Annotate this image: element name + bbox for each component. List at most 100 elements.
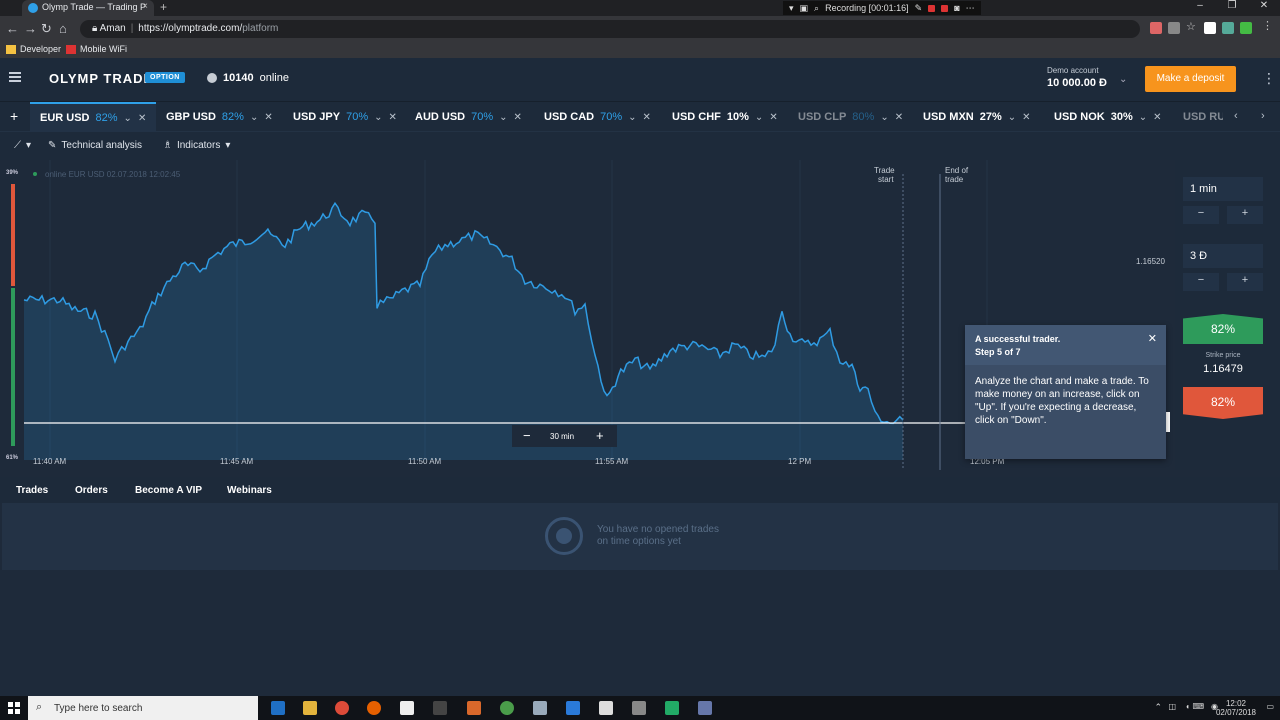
chevron-down-icon[interactable]: ⌄ xyxy=(1139,112,1147,123)
make-deposit-button[interactable]: Make a deposit xyxy=(1145,66,1236,92)
new-tab-icon[interactable]: + xyxy=(160,0,167,14)
hamburger-menu-icon[interactable] xyxy=(9,72,21,82)
app-icon[interactable] xyxy=(599,701,613,715)
chrome-menu-icon[interactable]: ⋮ xyxy=(1262,19,1274,32)
bookmark-mobile-wifi[interactable]: Mobile WiFi xyxy=(66,44,127,54)
chevron-down-icon[interactable]: ⌄ xyxy=(250,112,258,123)
extension-icon[interactable] xyxy=(1168,22,1180,34)
app-icon[interactable] xyxy=(467,701,481,715)
close-icon[interactable]: ✕ xyxy=(138,113,146,124)
close-icon[interactable]: ✕ xyxy=(514,112,522,123)
taskbar-search-input[interactable]: ⌕ Type here to search xyxy=(28,696,258,720)
asset-tab-usdcad[interactable]: USD CAD 70% ⌄ ✕ xyxy=(544,102,651,132)
asset-tab-usdnok[interactable]: USD NOK 30% ⌄ ✕ xyxy=(1054,102,1162,132)
close-icon[interactable]: ✕ xyxy=(1022,112,1030,123)
asset-tab-audusd[interactable]: AUD USD 70% ⌄ ✕ xyxy=(415,102,522,132)
chevron-right-icon[interactable]: › xyxy=(1261,110,1265,122)
chevron-down-icon[interactable]: ⌄ xyxy=(755,112,763,123)
chevron-down-icon[interactable]: ⌄ xyxy=(628,112,636,123)
tab-webinars[interactable]: Webinars xyxy=(227,485,272,496)
asset-tab-usdrub[interactable]: USD RU xyxy=(1183,102,1223,132)
network-icon[interactable]: ◫ xyxy=(1168,702,1176,711)
app-icon[interactable] xyxy=(566,701,580,715)
extension-icon[interactable] xyxy=(1204,22,1216,34)
edge-icon[interactable] xyxy=(271,701,285,715)
indicators-button[interactable]: ♗ Indicators ▾ xyxy=(163,140,230,151)
close-icon[interactable]: ✕ xyxy=(1153,112,1161,123)
more-icon[interactable]: ⋯ xyxy=(966,3,975,14)
close-icon[interactable]: ✕ xyxy=(895,112,903,123)
maximize-icon[interactable]: ❐ xyxy=(1216,0,1248,16)
extension-icon[interactable] xyxy=(1222,22,1234,34)
chrome-icon[interactable] xyxy=(335,701,349,715)
bookmark-developer[interactable]: Developer xyxy=(6,44,61,54)
reload-icon[interactable]: ↻ xyxy=(41,21,52,37)
duration-minus-button[interactable]: − xyxy=(1183,206,1219,224)
asset-tab-usdchf[interactable]: USD CHF 10% ⌄ ✕ xyxy=(672,102,778,132)
chevron-down-icon[interactable]: ⌄ xyxy=(1008,112,1016,123)
app-icon[interactable] xyxy=(632,701,646,715)
browser-tab[interactable]: Olymp Trade — Trading P × xyxy=(22,0,154,16)
close-icon[interactable]: × xyxy=(142,1,148,12)
close-icon[interactable]: ✕ xyxy=(643,112,651,123)
store-icon[interactable] xyxy=(400,701,414,715)
asset-tab-usdjpy[interactable]: USD JPY 70% ⌄ ✕ xyxy=(293,102,397,132)
asset-tab-usdmxn[interactable]: USD MXN 27% ⌄ ✕ xyxy=(923,102,1031,132)
amount-field[interactable]: 3 Đ xyxy=(1183,244,1263,268)
tab-trades[interactable]: Trades xyxy=(16,485,48,496)
volume-icon[interactable]: ◖ xyxy=(1185,702,1190,711)
more-vertical-icon[interactable]: ⋮ xyxy=(1262,70,1276,87)
url-field[interactable]: 🔒︎ Aman | https://olymptrade.com/platform xyxy=(80,20,1140,38)
back-icon[interactable]: ← xyxy=(6,21,19,36)
close-icon[interactable]: ✕ xyxy=(264,112,272,123)
chevron-down-icon[interactable]: ⌄ xyxy=(880,112,888,123)
asset-tab-eurusd[interactable]: EUR USD 82% ⌄ ✕ xyxy=(30,102,156,132)
up-button[interactable]: 82% xyxy=(1183,314,1263,344)
forward-icon[interactable]: → xyxy=(24,21,37,36)
record-icon[interactable] xyxy=(941,4,949,12)
duration-field[interactable]: 1 min xyxy=(1183,177,1263,201)
chevron-up-icon[interactable]: ⌃ xyxy=(1154,702,1162,713)
zoom-icon[interactable]: ⌕ xyxy=(814,3,819,14)
close-icon[interactable]: ✕ xyxy=(769,112,777,123)
terminal-icon[interactable] xyxy=(433,701,447,715)
down-button[interactable]: 82% xyxy=(1183,387,1263,419)
chevron-down-icon[interactable]: ⌄ xyxy=(124,113,132,124)
logo[interactable]: OLYMP TRADE xyxy=(49,71,153,86)
camera-icon[interactable]: ◙ xyxy=(954,3,959,13)
notifications-icon[interactable]: ▭ xyxy=(1266,702,1274,711)
stop-icon[interactable] xyxy=(928,4,936,12)
chevron-down-icon[interactable]: ⌄ xyxy=(499,112,507,123)
tab-orders[interactable]: Orders xyxy=(75,485,108,496)
file-explorer-icon[interactable] xyxy=(303,701,317,715)
technical-analysis-button[interactable]: ✎ Technical analysis xyxy=(48,140,142,151)
home-icon[interactable]: ⌂ xyxy=(59,21,67,36)
minimize-icon[interactable]: – xyxy=(1184,0,1216,16)
window-icon[interactable]: ▣ xyxy=(800,3,809,14)
app-icon[interactable] xyxy=(665,701,679,715)
amount-plus-button[interactable]: + xyxy=(1227,273,1263,291)
star-icon[interactable]: ☆ xyxy=(1186,20,1198,33)
add-asset-icon[interactable]: + xyxy=(10,108,18,124)
close-window-icon[interactable]: ✕ xyxy=(1248,0,1280,16)
close-icon[interactable]: ✕ xyxy=(1148,332,1157,345)
asset-tab-usdclp[interactable]: USD CLP 80% ⌄ ✕ xyxy=(798,102,903,132)
tab-become-vip[interactable]: Become A VIP xyxy=(135,485,202,496)
dropdown-icon[interactable]: ▾ xyxy=(789,3,794,14)
app-icon[interactable] xyxy=(500,701,514,715)
amount-minus-button[interactable]: − xyxy=(1183,273,1219,291)
app-icon[interactable] xyxy=(533,701,547,715)
pen-icon[interactable]: ✎ xyxy=(915,3,923,14)
chart-type-button[interactable]: ⟋ ▾ xyxy=(14,140,31,151)
windows-start-icon[interactable] xyxy=(8,702,20,714)
clock[interactable]: 12:02 02/07/2018 xyxy=(1216,699,1256,717)
account-selector[interactable]: Demo account 10 000.00 Đ ⌄ xyxy=(1047,66,1127,89)
extension-icon[interactable] xyxy=(1240,22,1252,34)
chevron-down-icon[interactable]: ⌄ xyxy=(374,112,382,123)
chevron-left-icon[interactable]: ‹ xyxy=(1234,110,1238,122)
duration-plus-button[interactable]: + xyxy=(1227,206,1263,224)
close-icon[interactable]: ✕ xyxy=(389,112,397,123)
keyboard-icon[interactable]: ⌨ xyxy=(1192,702,1204,711)
extension-icon[interactable] xyxy=(1150,22,1162,34)
firefox-icon[interactable] xyxy=(367,701,381,715)
